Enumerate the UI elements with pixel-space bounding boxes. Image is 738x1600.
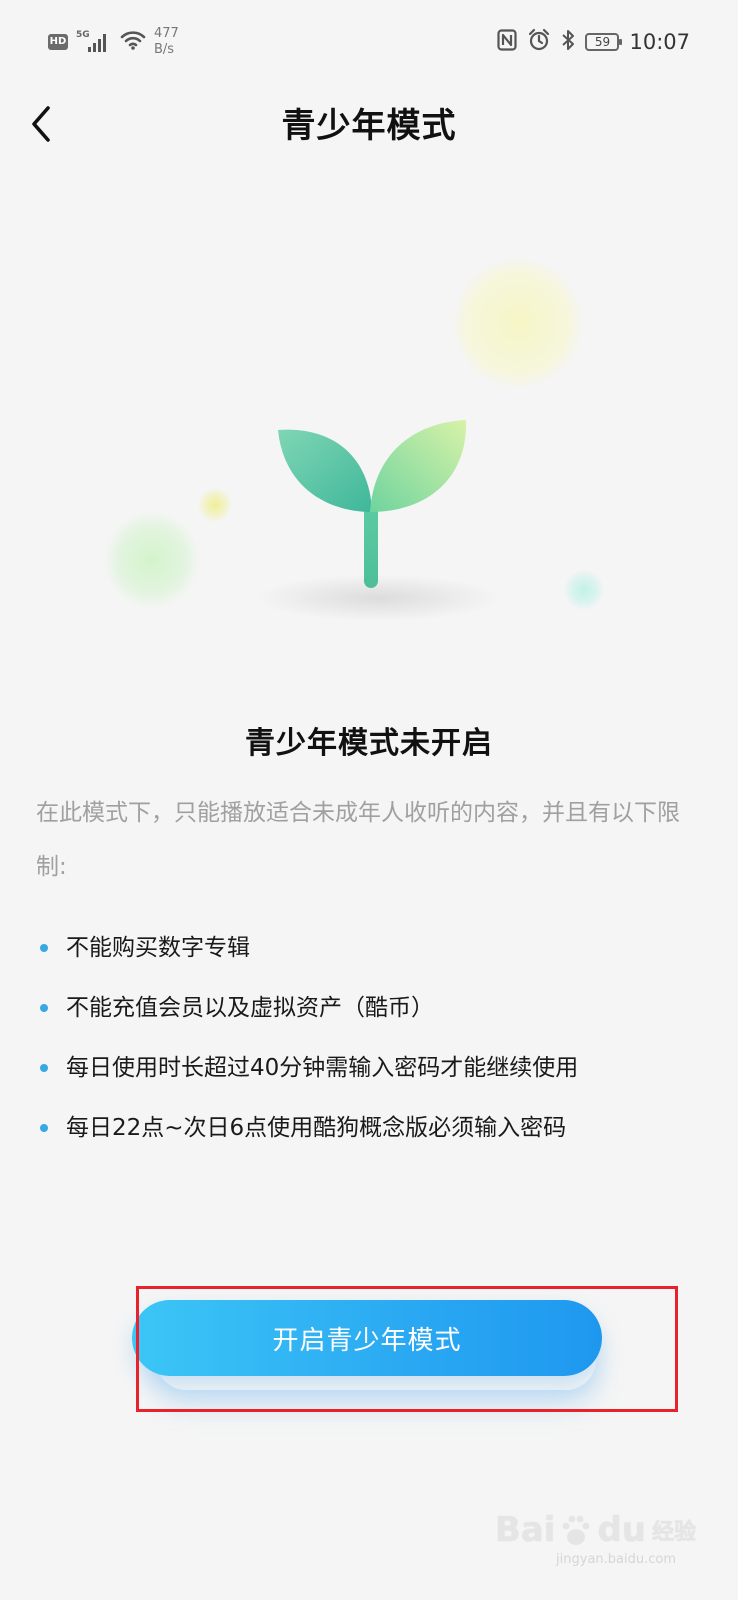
net-speed-unit: B/s	[154, 42, 175, 57]
status-bar: HD 5G 477 B/s 59 10:07	[0, 0, 738, 80]
bluetooth-icon	[561, 28, 575, 56]
nfc-icon	[497, 29, 518, 55]
baidu-jingyan-watermark: Bai du 经验	[495, 1500, 696, 1560]
battery-level: 59	[594, 35, 611, 49]
restriction-list: 不能购买数字专辑 不能充值会员以及虚拟资产（酷币） 每日使用时长超过40分钟需输…	[36, 926, 716, 1166]
signal-icon: 5G	[76, 28, 112, 56]
restriction-item: 不能购买数字专辑	[36, 926, 716, 986]
bullet-dot-icon	[40, 1124, 48, 1132]
sprout-leaf-right	[370, 420, 467, 512]
enable-youth-mode-button[interactable]: 开启青少年模式	[132, 1300, 602, 1376]
sprout-icon	[278, 420, 467, 588]
wifi-icon	[120, 29, 146, 55]
restriction-item: 每日22点~次日6点使用酷狗概念版必须输入密码	[36, 1106, 716, 1166]
alarm-icon	[527, 28, 551, 56]
restriction-text: 不能购买数字专辑	[66, 935, 250, 961]
mode-status-title: 青少年模式未开启	[245, 726, 493, 761]
bullet-dot-icon	[40, 1064, 48, 1072]
restriction-item: 每日使用时长超过40分钟需输入密码才能继续使用	[36, 1046, 716, 1106]
net-speed: 477 B/s	[154, 26, 179, 58]
bullet-dot-icon	[40, 944, 48, 952]
watermark-brand-left: Bai	[494, 1510, 556, 1550]
status-bar-left: HD 5G 477 B/s	[48, 24, 179, 60]
net-speed-value: 477	[154, 26, 179, 41]
restriction-text: 不能充值会员以及虚拟资产（酷币）	[66, 995, 434, 1021]
hd-badge: HD	[48, 34, 68, 50]
decor-circle-yellow	[453, 258, 583, 388]
decor-dot-cyan	[564, 570, 604, 610]
youth-mode-illustration	[0, 250, 738, 650]
paw-icon	[561, 1513, 591, 1547]
restriction-item: 不能充值会员以及虚拟资产（酷币）	[36, 986, 716, 1046]
restriction-text: 每日使用时长超过40分钟需输入密码才能继续使用	[66, 1055, 579, 1081]
watermark-url: jingyan.baidu.com	[556, 1552, 676, 1567]
page-title: 青少年模式	[281, 106, 457, 146]
watermark-brand-sub: 经验	[651, 1520, 696, 1545]
mode-description: 在此模式下，只能播放适合未成年人收听的内容，并且有以下限制:	[36, 800, 680, 880]
decor-circle-green	[104, 512, 200, 608]
watermark-brand-right: du	[597, 1510, 646, 1550]
status-time: 10:07	[629, 30, 690, 54]
signal-bars	[88, 34, 106, 52]
restriction-text: 每日22点~次日6点使用酷狗概念版必须输入密码	[66, 1115, 567, 1141]
sprout-stem	[364, 502, 378, 588]
decor-dot-yellow	[198, 488, 232, 522]
status-bar-right: 59 10:07	[497, 24, 690, 60]
bullet-dot-icon	[40, 1004, 48, 1012]
sprout-leaf-left	[278, 429, 372, 512]
battery-icon: 59	[585, 33, 623, 51]
screen: HD 5G 477 B/s 59 10:07 青少年模式 青少年模式未开启 在此…	[0, 0, 738, 1600]
